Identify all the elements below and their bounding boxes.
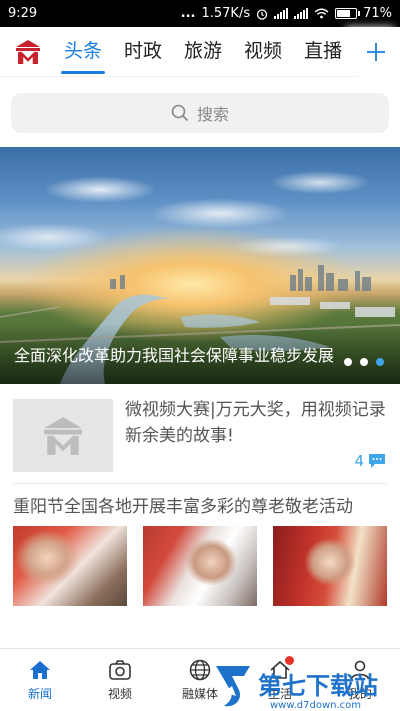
watermark-url: www.d7down.com [270, 700, 362, 711]
plus-icon [367, 42, 385, 61]
comment-count[interactable]: 4 [354, 452, 386, 470]
wifi-icon [314, 8, 329, 19]
placeholder-logo-icon [44, 416, 82, 455]
carousel-dot[interactable] [360, 358, 368, 366]
status-right: ... 1.57K/s 71% [181, 6, 392, 21]
divider [13, 483, 387, 484]
search-bar[interactable]: 搜索 [11, 93, 389, 133]
news-title: 微视频大赛|万元大奖，用视频记录新余美的故事! [125, 400, 386, 446]
search-placeholder: 搜索 [196, 105, 229, 124]
thumbnail-placeholder [13, 399, 113, 472]
home-icon [30, 661, 50, 679]
battery-icon [335, 8, 361, 19]
add-channel-button[interactable] [352, 26, 400, 77]
tab-0[interactable]: 头条 [53, 27, 113, 77]
tab-1[interactable]: 时政 [113, 27, 173, 77]
watermark-text: 第七下载站 [258, 672, 378, 700]
comment-count-value: 4 [354, 452, 364, 470]
news-photo-row[interactable] [13, 526, 387, 606]
globe-icon [189, 659, 211, 681]
bottom-nav-label: 新闻 [27, 687, 52, 701]
status-bar: 9:29 ... 1.57K/s 71% [0, 0, 400, 27]
network-speed: 1.57K/s [201, 6, 251, 21]
news-photo [13, 526, 127, 606]
channel-tabs: 头条 时政 旅游 视频 直播 [53, 27, 352, 77]
status-dots: ... [180, 6, 196, 21]
headline-carousel[interactable]: 全面深化改革助力我国社会保障事业稳步发展 [0, 147, 400, 384]
carousel-dot[interactable] [376, 358, 384, 366]
bottom-nav-news[interactable]: 新闻 [0, 649, 80, 711]
carousel-dot[interactable] [344, 358, 352, 366]
news-title-elderly-festival[interactable]: 重阳节全国各地开展丰富多彩的尊老敬老活动 [13, 492, 387, 517]
status-time: 9:29 [8, 6, 38, 21]
tab-4[interactable]: 直播 [293, 27, 352, 77]
carousel-indicator [344, 358, 384, 366]
signal-icon-2 [294, 8, 309, 19]
battery-percent: 71% [363, 6, 392, 21]
bottom-nav-label: 视频 [107, 687, 132, 701]
search-icon [171, 104, 189, 122]
banner-caption[interactable]: 全面深化改革助力我国社会保障事业稳步发展 [14, 342, 334, 366]
news-photo [273, 526, 387, 606]
news-item-video-contest[interactable]: 微视频大赛|万元大奖，用视频记录新余美的故事! 4 [0, 384, 400, 484]
bottom-nav-video[interactable]: 视频 [80, 649, 160, 711]
signal-icon [274, 8, 289, 19]
news-photo [143, 526, 257, 606]
comment-icon [369, 454, 385, 468]
alarm-icon [256, 8, 268, 20]
tab-3[interactable]: 视频 [233, 27, 293, 77]
top-nav: 头条 时政 旅游 视频 直播 [0, 26, 400, 77]
tab-2[interactable]: 旅游 [173, 27, 233, 77]
camera-icon [109, 660, 131, 680]
app-logo-icon[interactable] [13, 38, 43, 66]
